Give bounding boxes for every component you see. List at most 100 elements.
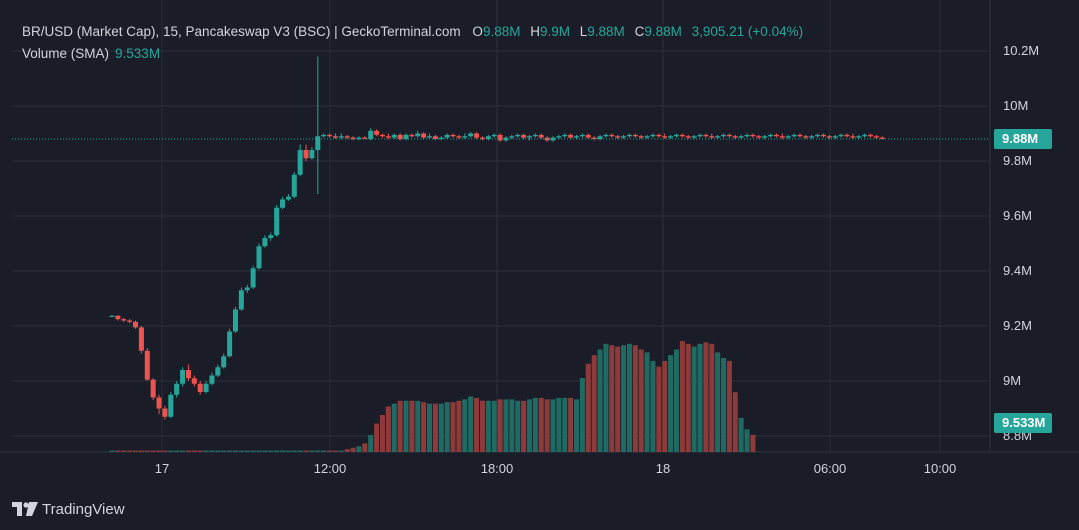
candle-body — [538, 134, 544, 138]
volume-bar — [268, 450, 274, 452]
volume-bar — [221, 450, 227, 452]
candle-body — [638, 136, 644, 138]
volume-bar — [532, 397, 538, 452]
volume-bar — [703, 342, 709, 452]
candle-body — [526, 136, 532, 138]
volume-bar — [209, 450, 215, 452]
candle-body — [285, 196, 291, 200]
volume-bar — [726, 360, 732, 452]
legend-high-value: 9.9M — [539, 24, 570, 39]
candle-body — [162, 408, 168, 417]
volume-bar — [732, 392, 738, 452]
volume-bar — [368, 434, 374, 452]
candle-body — [474, 133, 480, 138]
volume-bar — [562, 397, 568, 452]
volume-bar — [303, 450, 309, 452]
candle-body — [691, 136, 697, 138]
candle-body — [656, 134, 662, 137]
price-chart[interactable] — [0, 0, 1079, 530]
volume-bar — [397, 400, 403, 452]
legend-close-label: C — [634, 24, 645, 39]
candle-body — [497, 134, 503, 141]
candle-body — [338, 136, 344, 138]
volume-bar — [274, 450, 280, 452]
x-tick-label: 18 — [655, 461, 671, 476]
volume-bar — [585, 363, 591, 452]
candle-body — [709, 136, 715, 138]
volume-bar — [109, 450, 115, 452]
volume-bars — [109, 341, 756, 452]
candle-body — [568, 134, 574, 138]
volume-bar — [550, 399, 556, 452]
candle-body — [250, 268, 256, 288]
candle-body — [309, 150, 315, 159]
candle-body — [368, 130, 374, 139]
candle-body — [862, 134, 868, 137]
candle-body — [615, 136, 621, 138]
volume-bar — [138, 450, 144, 452]
candle-body — [133, 321, 139, 328]
candle-body — [332, 136, 338, 138]
candle-body — [379, 134, 385, 137]
candle-body — [632, 134, 638, 137]
legend-title: BR/USD (Market Cap), 15, Pancakeswap V3 … — [22, 24, 461, 39]
tradingview-footer[interactable]: TradingView — [12, 500, 125, 518]
volume-bar — [309, 450, 315, 452]
volume-legend: Volume (SMA) 9.533M — [22, 46, 160, 61]
volume-bar — [356, 446, 362, 452]
candle-body — [232, 309, 238, 332]
candle-body — [344, 136, 350, 138]
volume-value-badge: 9.533M — [994, 413, 1052, 433]
candle-body — [244, 287, 250, 291]
volume-bar — [479, 400, 485, 452]
legend-close-value: 9.88M — [644, 24, 682, 39]
candle-body — [803, 136, 809, 138]
y-tick-label: 9.2M — [1003, 318, 1032, 333]
volume-bar — [115, 450, 121, 452]
candle-body — [850, 136, 856, 138]
volume-bar — [597, 349, 603, 452]
tradingview-brand: TradingView — [42, 500, 125, 518]
chart-grid — [0, 0, 1079, 453]
volume-bar — [609, 345, 615, 452]
candle-body — [785, 136, 791, 138]
volume-bar — [332, 450, 338, 452]
candle-body — [415, 133, 421, 137]
candle-body — [462, 136, 468, 138]
volume-bar — [127, 450, 133, 452]
volume-bar — [344, 449, 350, 452]
volume-bar — [391, 403, 397, 452]
volume-bar — [685, 343, 691, 452]
volume-bar — [168, 450, 174, 452]
candle-body — [268, 235, 274, 238]
volume-bar — [456, 400, 462, 452]
candle-body — [127, 320, 133, 322]
y-tick-label: 9.4M — [1003, 263, 1032, 278]
candle-body — [703, 134, 709, 137]
candle-body — [579, 134, 585, 137]
volume-bar — [638, 349, 644, 452]
candle-body — [215, 367, 221, 376]
candle-body — [174, 383, 180, 395]
candle-body — [144, 350, 150, 380]
volume-bar — [515, 400, 521, 452]
volume-bar — [679, 341, 685, 452]
candle-body — [121, 319, 127, 321]
candle-body — [562, 134, 568, 137]
volume-bar — [197, 450, 203, 452]
y-tick-label: 9.6M — [1003, 208, 1032, 223]
volume-bar — [603, 343, 609, 452]
volume-bar — [250, 450, 256, 452]
candle-body — [544, 137, 550, 141]
volume-bar — [697, 343, 703, 452]
volume-bar — [721, 358, 727, 452]
volume-bar — [280, 450, 286, 452]
legend-high-label: H — [530, 24, 540, 39]
candle-body — [738, 136, 744, 138]
volume-bar — [203, 450, 209, 452]
candle-body — [815, 134, 821, 137]
candle-body — [744, 134, 750, 137]
candle-body — [697, 134, 703, 137]
candle-body — [609, 134, 615, 137]
candle-body — [556, 136, 562, 138]
